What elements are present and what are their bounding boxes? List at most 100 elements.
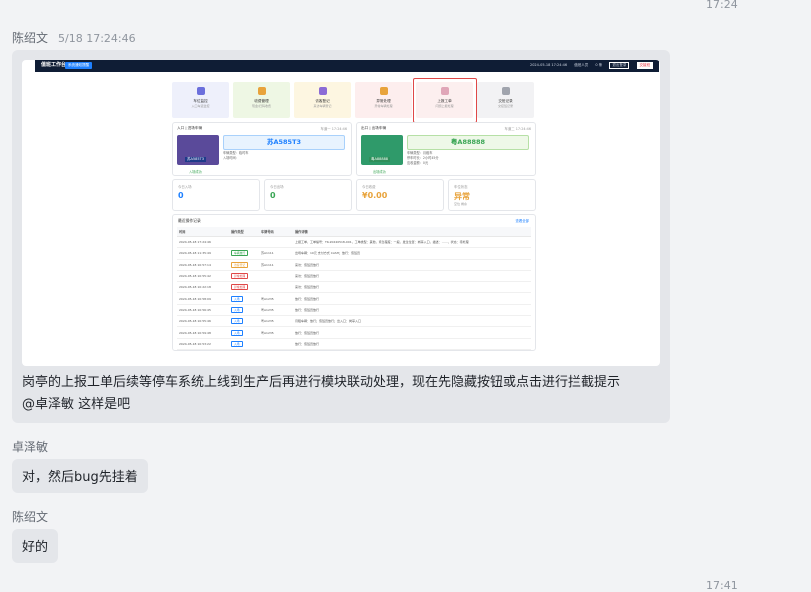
records-more-link[interactable]: 查看全部: [515, 218, 529, 223]
col-time: 时间: [177, 227, 229, 237]
sender-name: 卓泽敏: [12, 440, 49, 454]
cell-time: 2024-05-18 10:59:48: [177, 326, 229, 339]
entry-status: 入场成功: [189, 170, 202, 174]
type-badge: 入场: [231, 306, 243, 313]
tile-icon: [318, 87, 327, 95]
topbar-user: 值班人员: [574, 63, 589, 67]
table-row: 2024-05-18 10:57:14 访客登记 苏A1111 来访：值班员放行: [177, 259, 531, 271]
col-plate: 车牌号码: [259, 227, 293, 237]
exit-meta-3: 应收金额：0元: [407, 161, 429, 165]
cell-type: 入场: [229, 315, 259, 328]
cell-type: 入场: [229, 292, 259, 305]
cell-detail: 上报工单，工单编号：TK-20240518-001，工单类型：其他，紧急程度：一…: [293, 236, 531, 249]
cell-detail: 来访：值班员放行: [293, 259, 531, 271]
stat-value: 异常: [454, 192, 470, 201]
message-bubble-image[interactable]: 值班工作台 系统通知提醒 2024-05-18 17:24:46 值班人员 0 …: [12, 50, 670, 423]
sender-name-text: 陈绍文: [12, 31, 49, 45]
cell-time: 2024-05-18 10:58:09: [177, 292, 229, 305]
timestamp-top: 17:24: [706, 0, 738, 11]
type-badge: 入场: [231, 295, 243, 302]
tile-fee[interactable]: 收费管理 现金/扫码收费: [233, 82, 290, 118]
cell-plate: 粤A1235: [259, 326, 293, 339]
app-tag: 系统通知提醒: [65, 62, 92, 69]
tile-monitor[interactable]: 车位监控 入口车道监控: [172, 82, 229, 118]
cell-plate: 粤A1235: [259, 315, 293, 328]
cell-detail: 放行：值班员放行: [293, 326, 531, 339]
topbar-time: 2024-05-18 17:24:46: [529, 63, 568, 67]
exit-card: 出口 | 出场车辆 车道二 17:24:46 粤A88888 粤A88888 车…: [356, 122, 536, 176]
cell-time: 2024-05-18 10:57:14: [177, 259, 229, 271]
message-bubble[interactable]: 好的: [12, 529, 59, 563]
table-row: 2024-05-18 11:35:49 车辆放行 苏A1111 出场车辆：10元 支付…: [177, 247, 531, 260]
sender-name: 陈绍文 5/18 17:24:46: [12, 29, 136, 46]
cell-time: 2024-05-18 10:55:42: [177, 270, 229, 283]
cell-time: 2024-05-18 17:24:46: [177, 236, 229, 249]
records-table: 时间 操作类型 车牌号码 操作详情 2024-05-18 17:24:46 上报工…: [177, 227, 531, 350]
tile-sub: 交接班记录: [497, 104, 513, 108]
handover-button[interactable]: 交接班: [636, 62, 653, 69]
cell-type: 异常处理: [229, 270, 259, 283]
tile-exception[interactable]: 异常处理 异常车辆处理: [355, 82, 412, 118]
cell-type: 访客登记: [229, 259, 259, 271]
tile-sub: 来访车辆登记: [313, 104, 332, 108]
cell-plate: 粤A1235: [259, 304, 293, 317]
exit-plate: 粤A88888: [407, 135, 529, 150]
stat-value: 0: [178, 191, 184, 200]
tile-icon: [379, 87, 388, 95]
table-row: 2024-05-18 10:56:45 入场 粤A1235 放行：值班员放行: [177, 304, 531, 317]
tile-sub: 异常车辆处理: [374, 104, 393, 108]
type-badge: 入场: [231, 318, 243, 325]
exit-meta: 车辆类型：月租车 停车时长：2小时45分 应收金额：0元: [407, 151, 439, 166]
tile-visitor[interactable]: 访客登记 来访车辆登记: [294, 82, 351, 118]
message-text: 岗亭的上报工单后续等停车系统上线到生产后再进行模块联动处理，现在先隐藏按钮或点击…: [22, 372, 620, 416]
entry-plate: 苏A585T3: [223, 135, 345, 150]
embedded-screenshot[interactable]: 值班工作台 系统通知提醒 2024-05-18 17:24:46 值班人员 0 …: [22, 60, 660, 366]
cell-time: 2024-05-18 10:56:45: [177, 304, 229, 317]
table-row: 2024-05-18 10:22:18 异常处理 来访：值班员放行: [177, 281, 531, 294]
entry-card: 入口 | 进场车辆 车道一 17:24:46 苏A585T3 苏A585T3 车…: [172, 122, 352, 176]
highlight-box: [413, 78, 477, 123]
recent-records: 最近操作记录 查看全部 时间 操作类型 车牌号码 操作详情 2024-05-18…: [172, 214, 536, 351]
table-row: 2024-05-18 10:58:09 入场 粤A1235 放行：值班员放行: [177, 292, 531, 305]
table-row: 2024-05-18 10:53:22 入场 放行：值班员放行: [177, 338, 531, 350]
type-badge: 异常处理: [231, 284, 249, 291]
stat-value: ¥0.00: [362, 191, 388, 200]
cell-plate: [259, 270, 293, 283]
cell-time: 2024-05-18 10:55:46: [177, 315, 229, 328]
cell-time: 2024-05-18 10:22:18: [177, 281, 229, 294]
message-text: 好的: [22, 540, 49, 555]
type-badge: 访客登记: [231, 261, 249, 268]
entry-small-plate: 苏A585T3: [185, 157, 206, 162]
tile-handover[interactable]: 交班记录 交接班记录: [477, 82, 534, 118]
entry-card-lane: 车道一 17:24:46: [320, 127, 347, 131]
cell-type: 入场: [229, 326, 259, 339]
cell-detail: 来访：值班员放行: [293, 270, 531, 283]
stat-value: 0: [270, 191, 276, 200]
stat-label: 今日收费: [362, 185, 376, 189]
cell-plate: 苏A1111: [259, 259, 293, 271]
table-row: 2024-05-18 10:55:42 异常处理 来访：值班员放行: [177, 270, 531, 283]
cell-detail: 来访：值班员放行: [293, 281, 531, 294]
exit-card-title: 出口 | 出场车辆: [361, 126, 387, 130]
entry-meta-2: 入场时间：: [223, 156, 239, 160]
topbar-right: 2024-05-18 17:24:46 值班人员 0 条 退出登录 交接班: [524, 62, 653, 69]
type-badge: 入场: [231, 329, 243, 336]
tile-icon: [196, 87, 205, 95]
tile-icon: [257, 87, 266, 95]
cell-type: [229, 236, 259, 249]
cell-type: 入场: [229, 304, 259, 317]
cell-plate: [259, 338, 293, 350]
message-text: 对，然后bug先挂着: [22, 470, 138, 485]
logout-button[interactable]: 退出登录: [609, 62, 630, 69]
cell-detail: 月租车辆：放行；值班员放行；出入口：岗亭入口: [293, 315, 531, 328]
cell-plate: [259, 281, 293, 294]
table-row: 2024-05-18 10:55:46 入场 粤A1235 月租车辆：放行；值班员放行…: [177, 315, 531, 328]
tile-icon: [501, 87, 510, 95]
col-detail: 操作详情: [293, 227, 531, 237]
message-bubble[interactable]: 对，然后bug先挂着: [12, 459, 148, 493]
type-badge: 车辆放行: [231, 250, 249, 257]
sender-name: 陈绍文: [12, 510, 49, 524]
topbar-count: 0 条: [595, 63, 603, 67]
stat-entries: 今日入场 0: [172, 179, 260, 211]
cell-detail: 放行：值班员放行: [293, 292, 531, 305]
